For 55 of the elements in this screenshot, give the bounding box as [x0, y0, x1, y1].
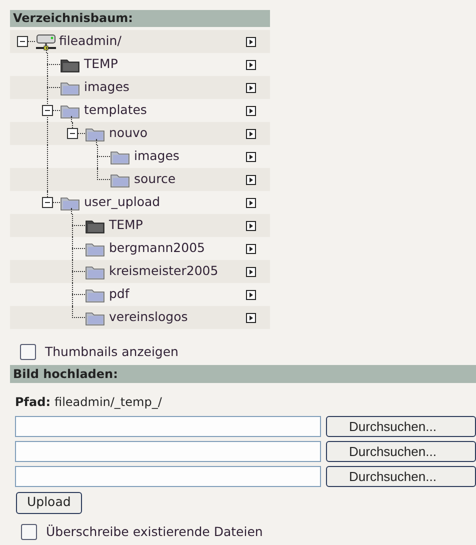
folder-name[interactable]: bergmann2005	[109, 239, 205, 258]
folder-name[interactable]: source	[134, 170, 176, 189]
folder-name[interactable]: TEMP	[109, 216, 143, 235]
context-menu-icon[interactable]	[246, 290, 256, 300]
folder-icon	[60, 56, 80, 72]
checkbox-label: Thumbnails anzeigen	[45, 343, 178, 361]
folder-icon	[85, 264, 105, 280]
folder-icon	[60, 194, 80, 210]
folder-name[interactable]: images	[134, 147, 180, 166]
folder-name[interactable]: pdf	[109, 285, 130, 304]
upload-button[interactable]: Upload	[16, 492, 82, 514]
context-menu-icon[interactable]	[246, 266, 256, 276]
file-path-field[interactable]	[15, 440, 321, 462]
folder-icon	[85, 126, 105, 142]
context-menu-icon[interactable]	[246, 244, 256, 254]
collapse-toggle[interactable]	[42, 197, 53, 208]
folder-name[interactable]: templates	[84, 101, 147, 120]
checkbox-label: Überschreibe existierende Dateien	[46, 522, 263, 541]
folder-icon	[85, 310, 105, 326]
context-menu-icon[interactable]	[246, 198, 256, 208]
folder-name[interactable]: fileadmin/	[59, 32, 122, 51]
browse-button[interactable]: Durchsuchen...	[326, 466, 476, 487]
browse-button[interactable]: Durchsuchen...	[326, 440, 476, 462]
folder-icon	[85, 286, 105, 302]
collapse-toggle[interactable]	[67, 128, 78, 139]
folder-icon	[110, 148, 130, 164]
collapse-toggle[interactable]	[42, 105, 53, 116]
context-menu-icon[interactable]	[246, 36, 256, 46]
context-menu-icon[interactable]	[246, 220, 256, 230]
folder-icon	[60, 80, 80, 96]
context-menu-icon[interactable]	[246, 60, 256, 70]
folder-icon	[110, 172, 130, 188]
checkbox[interactable]	[20, 344, 36, 360]
path-value: fileadmin/_temp_/	[54, 394, 162, 411]
folder-icon	[85, 218, 105, 234]
file-path-field[interactable]	[15, 416, 321, 437]
collapse-toggle[interactable]	[17, 36, 28, 47]
context-menu-icon[interactable]	[246, 82, 256, 92]
context-menu-icon[interactable]	[246, 106, 256, 116]
section-header: Bild hochladen:	[10, 364, 476, 383]
folder-icon	[60, 102, 80, 118]
context-menu-icon[interactable]	[246, 174, 256, 184]
browse-button[interactable]: Durchsuchen...	[326, 416, 476, 437]
folder-name[interactable]: nouvo	[109, 124, 148, 143]
context-menu-icon[interactable]	[246, 312, 256, 322]
path-label: Pfad:	[15, 394, 51, 411]
folder-name[interactable]: user_upload	[84, 193, 160, 212]
folder-name[interactable]: TEMP	[84, 55, 118, 74]
section-header: Verzeichnisbaum:	[10, 10, 270, 27]
file-path-field[interactable]	[15, 466, 321, 487]
folder-icon	[85, 240, 105, 256]
folder-name[interactable]: images	[84, 78, 130, 97]
context-menu-icon[interactable]	[246, 128, 256, 138]
context-menu-icon[interactable]	[246, 152, 256, 162]
checkbox[interactable]	[21, 524, 37, 540]
